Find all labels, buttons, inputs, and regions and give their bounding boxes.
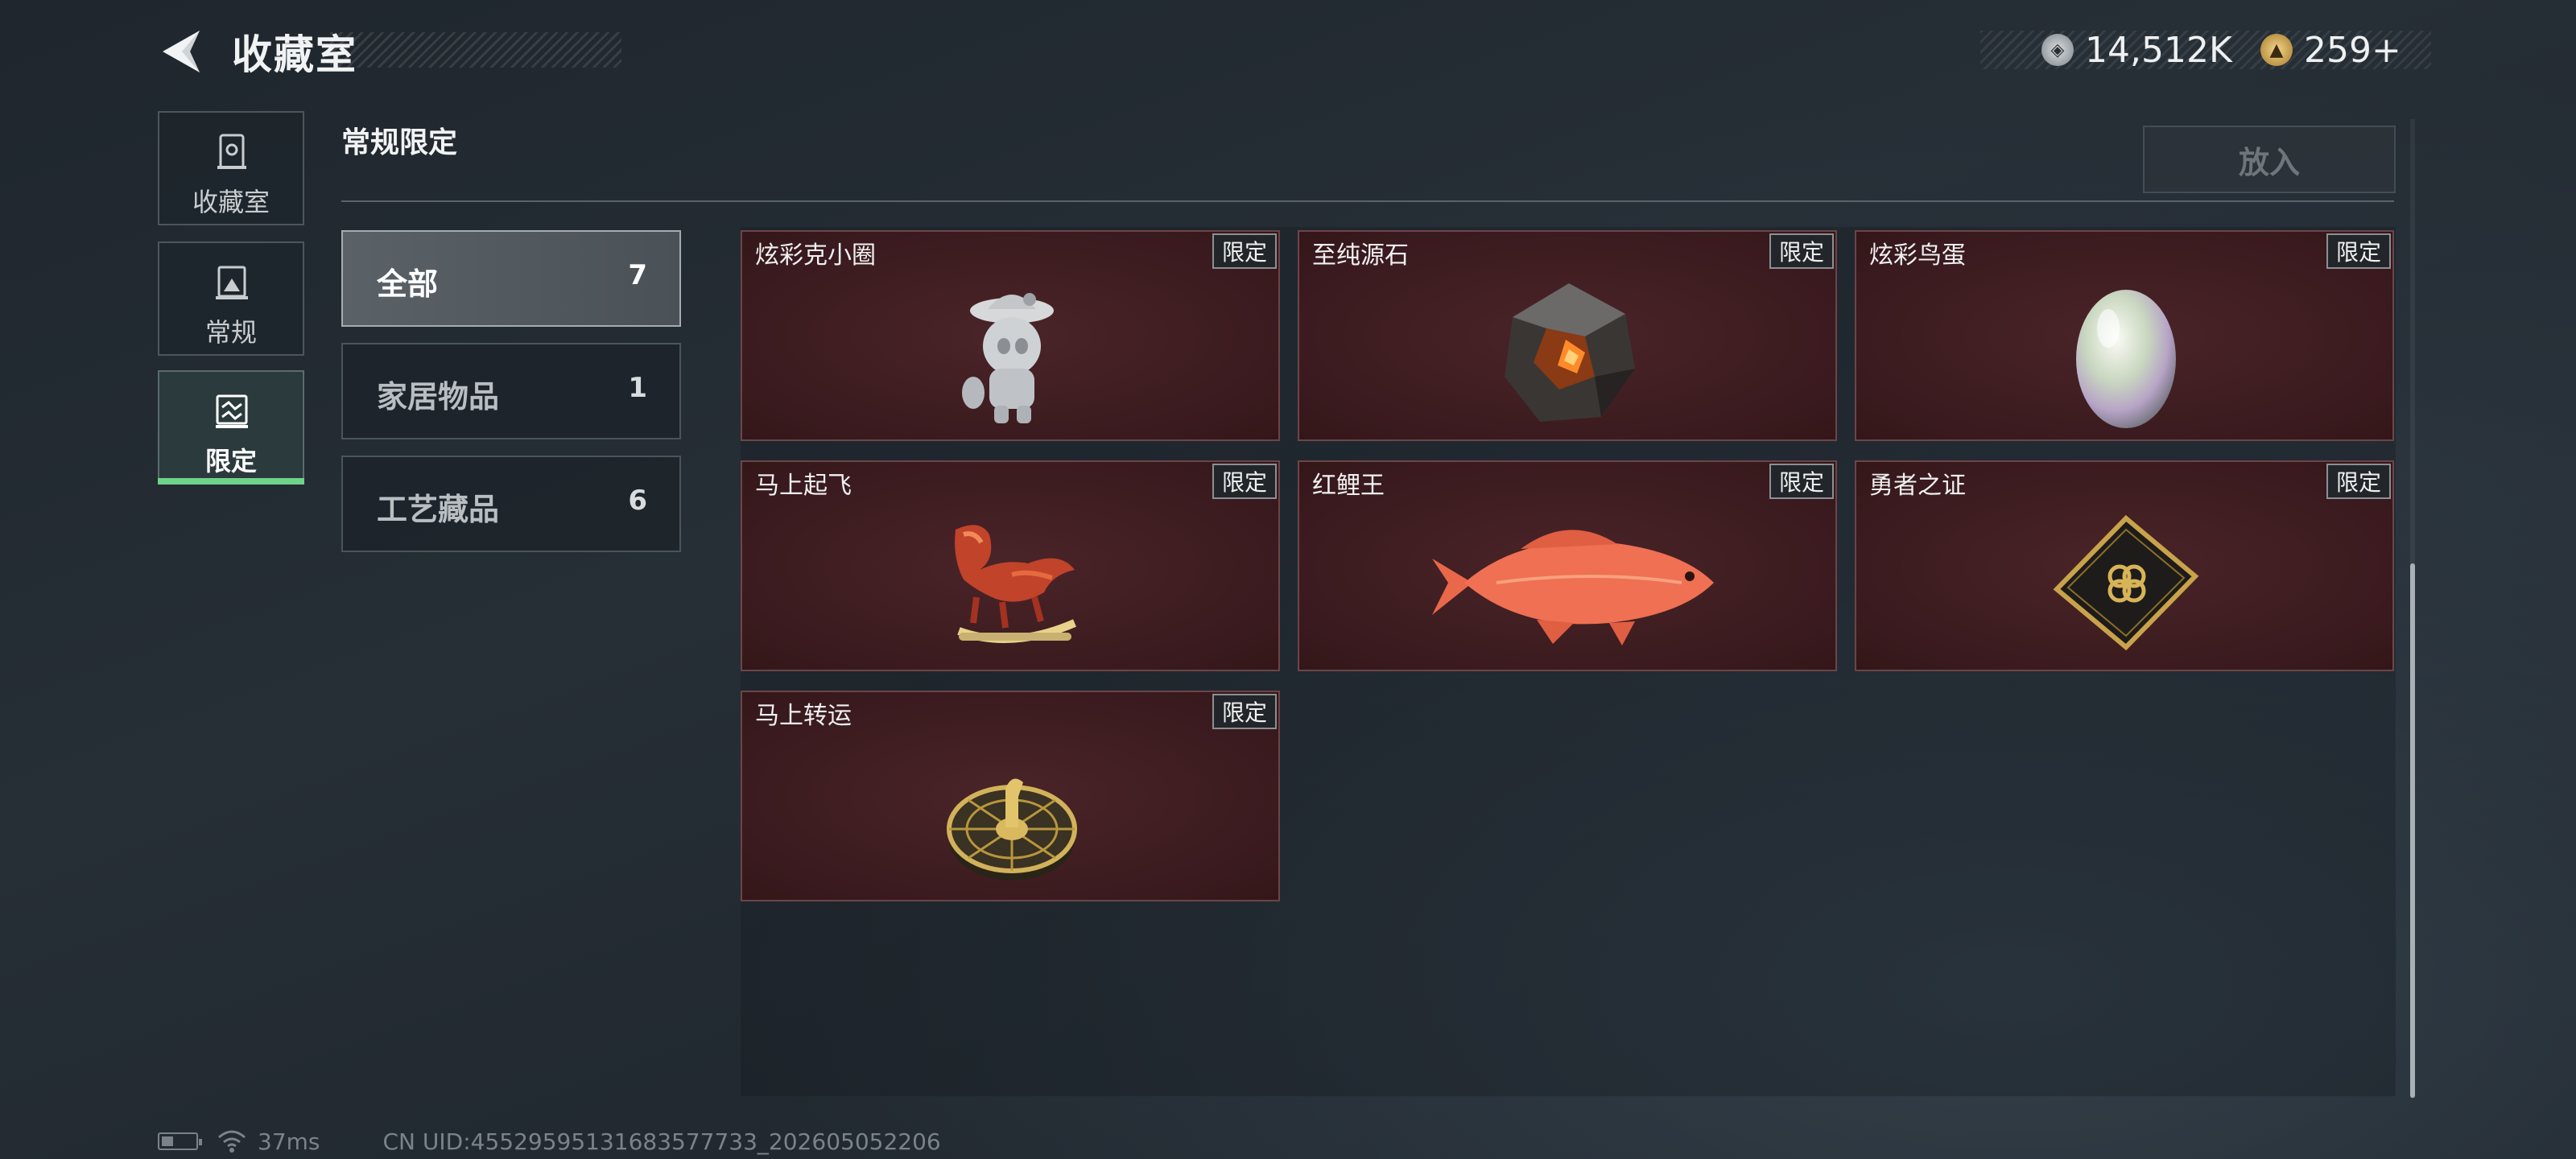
rail-item-collection[interactable]: 收藏室 bbox=[158, 111, 304, 225]
back-arrow-icon bbox=[163, 31, 200, 72]
egg-icon bbox=[2076, 290, 2176, 428]
limited-tag: 限定 bbox=[1212, 694, 1277, 729]
gallery-icon bbox=[216, 266, 248, 299]
scrollbar-thumb[interactable] bbox=[2410, 563, 2415, 1098]
item-card[interactable]: 至纯源石 限定 bbox=[1298, 230, 1837, 441]
section-divider bbox=[341, 200, 2394, 202]
limited-tag: 限定 bbox=[1769, 464, 1834, 499]
category-count: 7 bbox=[628, 259, 647, 291]
page-title: 收藏室 bbox=[232, 31, 357, 78]
limited-tag: 限定 bbox=[2326, 233, 2391, 269]
carp-icon bbox=[1432, 530, 1714, 645]
back-button[interactable] bbox=[158, 27, 206, 76]
gold-value: 259+ bbox=[2304, 29, 2401, 71]
collection-room-icon bbox=[217, 134, 246, 169]
category-count: 1 bbox=[628, 372, 647, 404]
horse-sculpture-icon bbox=[955, 525, 1076, 643]
category-name: 工艺藏品 bbox=[377, 492, 500, 527]
item-name: 马上起飞 bbox=[755, 472, 852, 500]
silver-coin-icon: ◈ bbox=[2041, 34, 2074, 66]
item-name: 炫彩克小圈 bbox=[755, 241, 876, 270]
gold-coin-icon: ▲ bbox=[2260, 34, 2293, 66]
category-craft[interactable]: 工艺藏品 6 bbox=[341, 456, 681, 552]
item-card[interactable]: 红鲤王 限定 bbox=[1298, 460, 1837, 671]
active-indicator bbox=[158, 478, 304, 485]
wheel-icon bbox=[947, 778, 1077, 881]
category-all[interactable]: 全部 7 bbox=[341, 230, 681, 327]
item-name: 至纯源石 bbox=[1312, 241, 1409, 270]
card-icon bbox=[2053, 514, 2199, 651]
category-name: 家居物品 bbox=[377, 379, 500, 415]
crystal-icon bbox=[1505, 283, 1635, 422]
rail-item-label: 常规 bbox=[204, 317, 257, 348]
rail-item-label: 收藏室 bbox=[192, 187, 270, 217]
item-card[interactable]: 炫彩克小圈 限定 bbox=[741, 230, 1280, 441]
item-name: 勇者之证 bbox=[1869, 472, 1966, 500]
item-card[interactable]: 炫彩鸟蛋 限定 bbox=[1855, 230, 2394, 441]
section-title: 常规限定 bbox=[341, 126, 458, 159]
rail-item-label: 限定 bbox=[204, 446, 257, 476]
put-in-button[interactable]: 放入 bbox=[2143, 126, 2396, 193]
figurine-icon bbox=[962, 293, 1054, 423]
limited-tag: 限定 bbox=[2326, 464, 2391, 499]
category-home[interactable]: 家居物品 1 bbox=[341, 343, 681, 439]
item-name: 炫彩鸟蛋 bbox=[1869, 241, 1966, 270]
title-stripe bbox=[330, 32, 621, 68]
wifi-icon bbox=[218, 1130, 246, 1153]
silver-value: 14,512K bbox=[2085, 29, 2232, 71]
limited-tag: 限定 bbox=[1212, 464, 1277, 499]
category-name: 全部 bbox=[377, 266, 439, 302]
rail-item-regular[interactable]: 常规 bbox=[158, 241, 304, 356]
battery-icon bbox=[158, 1132, 202, 1150]
item-name: 马上转运 bbox=[755, 702, 852, 730]
uid-text: CN UID:45529595131683577733_202605052206 bbox=[382, 1128, 941, 1155]
gold-currency: ▲ 259+ bbox=[2260, 29, 2401, 71]
item-card[interactable]: 马上转运 限定 bbox=[741, 691, 1280, 901]
item-card[interactable]: 马上起飞 限定 bbox=[741, 460, 1280, 671]
item-name: 红鲤王 bbox=[1312, 472, 1385, 500]
limited-tag: 限定 bbox=[1769, 233, 1834, 269]
category-count: 6 bbox=[628, 485, 647, 517]
ping-text: 37ms bbox=[258, 1128, 320, 1155]
limited-tag: 限定 bbox=[1212, 233, 1277, 269]
silver-currency: ◈ 14,512K bbox=[2041, 29, 2232, 71]
rail-item-limited[interactable]: 限定 bbox=[158, 370, 304, 485]
status-bar: 37ms CN UID:45529595131683577733_2026050… bbox=[158, 1128, 941, 1155]
item-card[interactable]: 勇者之证 限定 bbox=[1855, 460, 2394, 671]
limited-icon bbox=[216, 394, 248, 428]
